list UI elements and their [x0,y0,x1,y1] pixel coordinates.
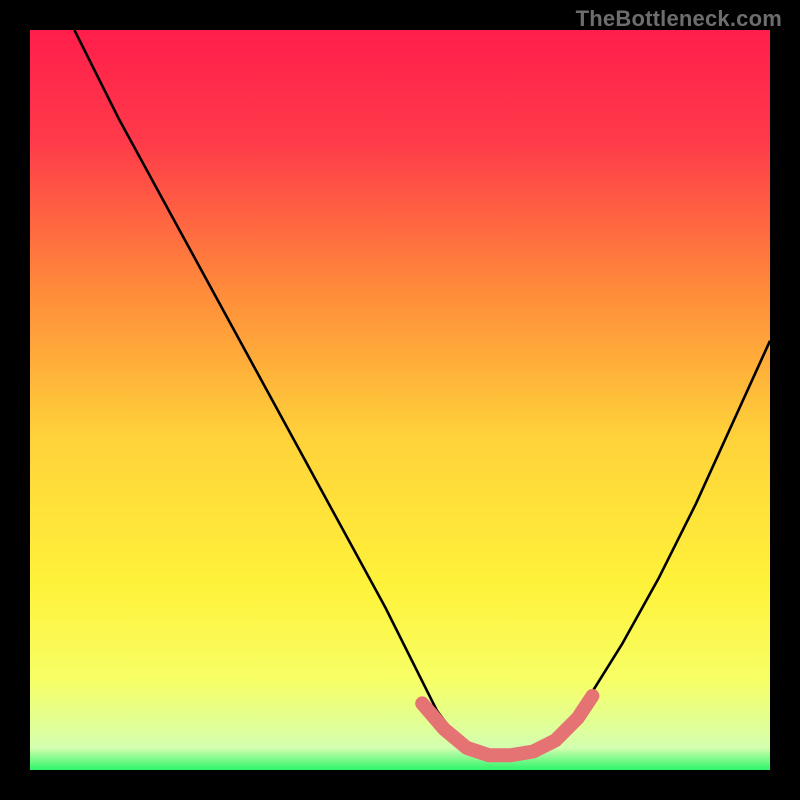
plot-area [30,30,770,770]
plot-background [30,30,770,770]
chart-container: TheBottleneck.com [0,0,800,800]
watermark: TheBottleneck.com [576,6,782,32]
